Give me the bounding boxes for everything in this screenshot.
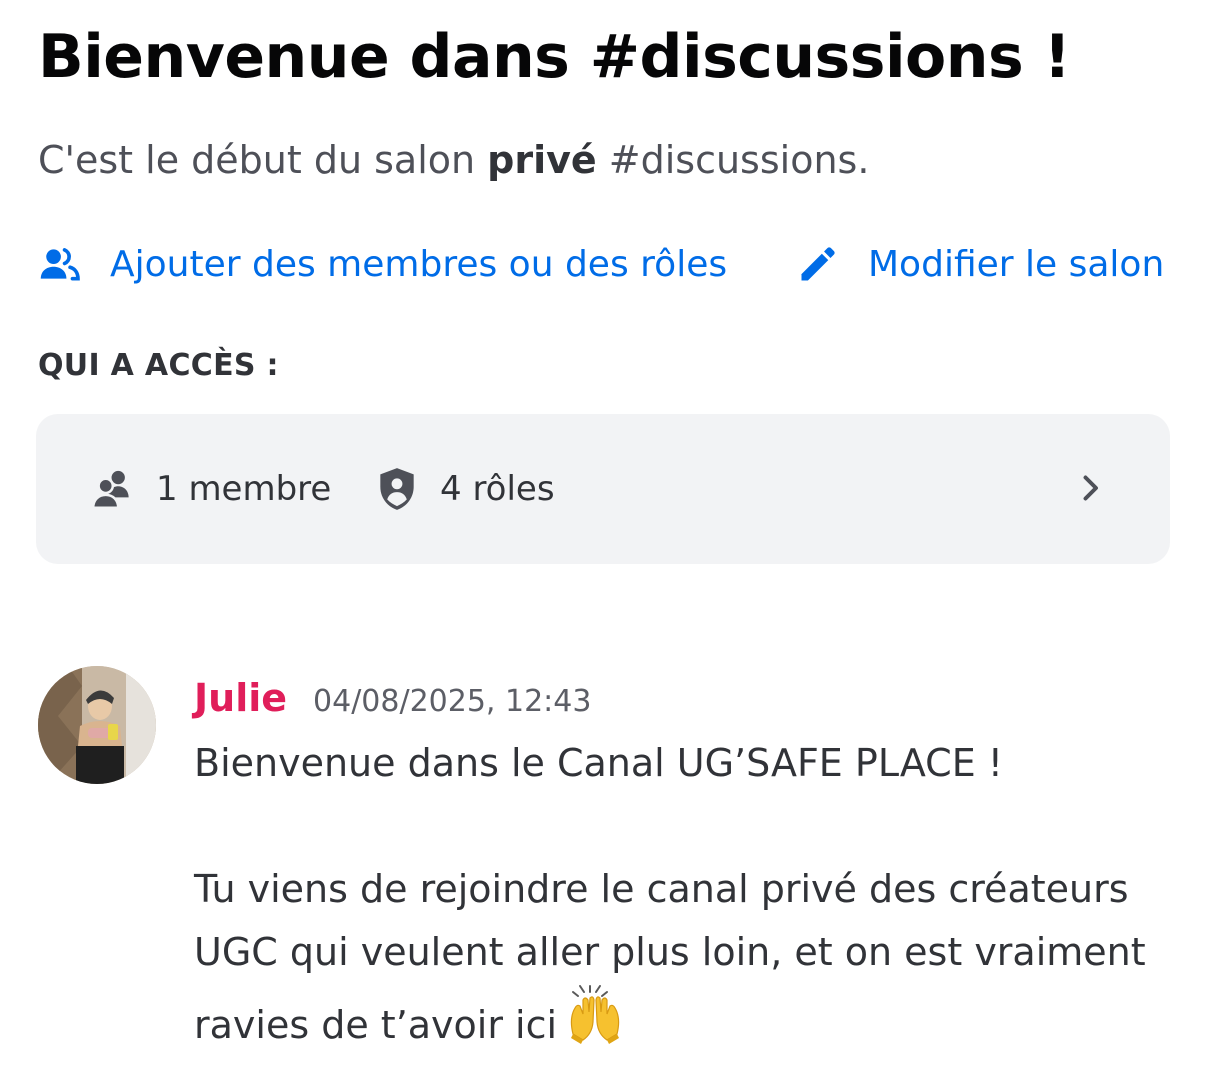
page-subtitle: C'est le début du salon privé #discussio… (38, 138, 869, 182)
add-members-label: Ajouter des membres ou des rôles (110, 243, 728, 285)
add-members-or-roles-link[interactable]: Ajouter des membres ou des rôles (38, 242, 727, 286)
add-members-icon (38, 242, 82, 286)
access-heading: QUI A ACCÈS : (38, 348, 279, 383)
edit-channel-label: Modifier le salon (868, 243, 1165, 285)
message-paragraph: Tu viens de rejoindre le canal privé des… (194, 858, 1178, 1063)
roles-count: 4 rôles (372, 464, 555, 514)
raising-hands-emoji (565, 984, 625, 1063)
username[interactable]: Julie (194, 676, 287, 720)
avatar[interactable] (38, 666, 156, 784)
edit-channel-link[interactable]: Modifier le salon (796, 242, 1164, 286)
chevron-right-icon (1083, 475, 1098, 501)
pencil-icon (796, 242, 840, 286)
members-count: 1 membre (88, 464, 331, 514)
members-label: 1 membre (156, 469, 332, 509)
message-body: Bienvenue dans le Canal UG’SAFE PLACE ! … (194, 732, 1178, 1063)
shield-icon (372, 464, 422, 514)
message-line: Bienvenue dans le Canal UG’SAFE PLACE ! (194, 741, 1004, 785)
access-card[interactable]: 1 membre 4 rôles (36, 414, 1170, 564)
members-icon (88, 464, 138, 514)
roles-label: 4 rôles (440, 469, 555, 509)
page-title: Bienvenue dans #discussions ! (38, 22, 1071, 92)
message-text: Tu viens de rejoindre le canal privé des… (194, 867, 1146, 1047)
message-header: Julie 04/08/2025, 12:43 (194, 676, 591, 720)
subtitle-suffix: #discussions. (596, 138, 870, 182)
subtitle-prefix: C'est le début du salon (38, 138, 488, 182)
subtitle-bold: privé (487, 138, 597, 182)
timestamp: 04/08/2025, 12:43 (313, 684, 592, 719)
